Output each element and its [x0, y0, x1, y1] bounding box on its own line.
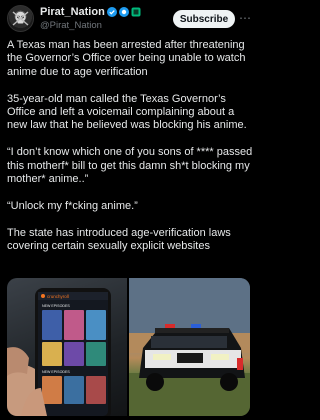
affiliate-badge-icon [118, 7, 129, 17]
post-text: A Texas man has been arrested after thre… [7, 39, 253, 267]
section-label: NEW EPISODES [42, 370, 70, 374]
post-paragraph: “Unlock my f*cking anime.” [7, 199, 138, 212]
post-paragraph: 35-year-old man called the Texas Governo… [7, 92, 247, 132]
section-label: NEW EPISODES [42, 304, 70, 308]
more-options-icon[interactable]: ⋯ [238, 10, 252, 28]
post: Pirat_Nation @Pirat_Nation Subscribe ⋯ A… [0, 0, 257, 420]
phone-photo: crunchyroll NEW EPISODES NEW EPISODES [7, 288, 111, 416]
green-badge-icon [131, 7, 141, 17]
author-avatar[interactable] [7, 5, 34, 32]
post-paragraph: “I don’t know which one of you sons of *… [7, 146, 256, 186]
author-name-row: Pirat_Nation [40, 5, 141, 19]
media-image-phone[interactable]: crunchyroll NEW EPISODES NEW EPISODES [7, 278, 127, 416]
post-media[interactable]: crunchyroll NEW EPISODES NEW EPISODES [7, 278, 250, 416]
post-paragraph: The state has introduced age-verificatio… [7, 226, 234, 253]
police-car-photo [129, 278, 250, 416]
skull-icon [12, 11, 29, 26]
post-paragraph: A Texas man has been arrested after thre… [7, 39, 249, 78]
media-image-police-car[interactable] [129, 278, 250, 416]
author-display-name[interactable]: Pirat_Nation [40, 6, 105, 18]
author-handle[interactable]: @Pirat_Nation [40, 20, 102, 31]
subscribe-button[interactable]: Subscribe [173, 10, 235, 28]
verified-badge-icon [106, 7, 117, 17]
app-header-label: crunchyroll [47, 294, 69, 299]
post-header: Pirat_Nation @Pirat_Nation Subscribe ⋯ [0, 0, 257, 38]
